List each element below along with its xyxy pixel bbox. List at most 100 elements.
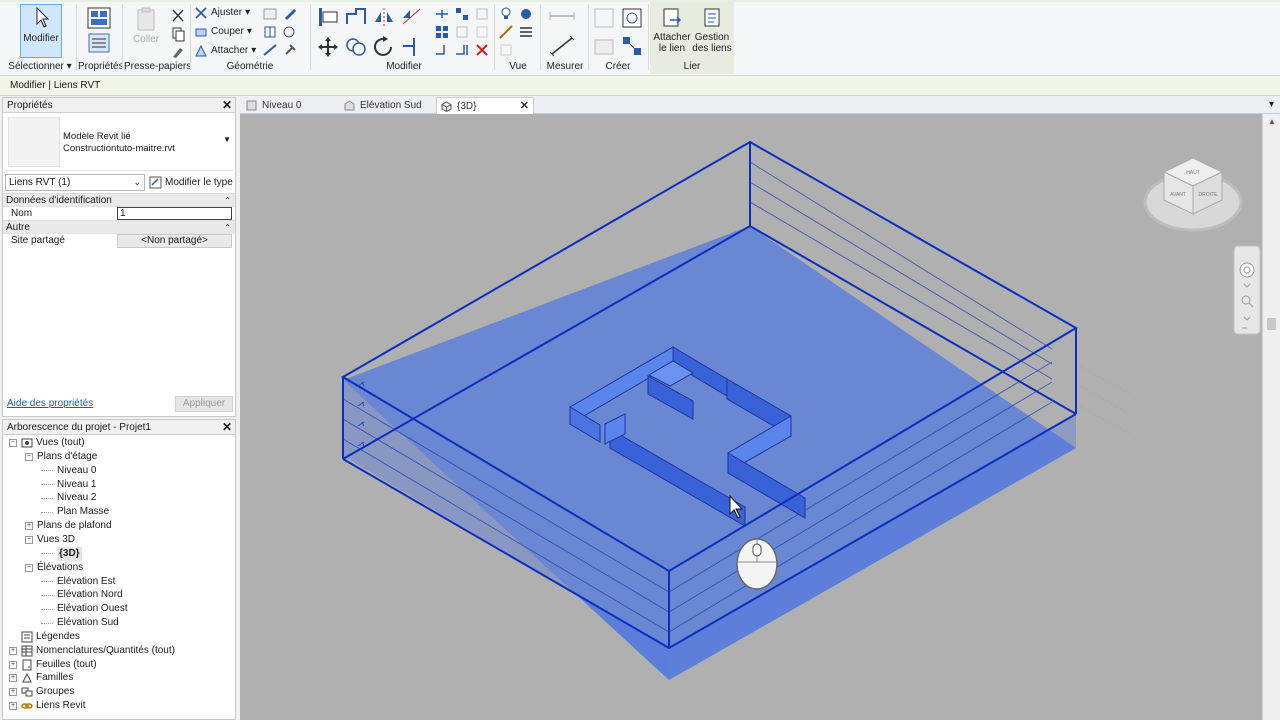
close-icon[interactable]: ✕ bbox=[222, 98, 232, 113]
3d-viewport[interactable]: HAUT AVANT DROITE bbox=[240, 114, 1262, 720]
paste-button[interactable]: Coller bbox=[130, 6, 162, 54]
close-icon[interactable]: ✕ bbox=[222, 420, 232, 435]
model-canvas[interactable]: HAUT AVANT DROITE bbox=[240, 114, 1262, 720]
properties-icon[interactable] bbox=[86, 6, 112, 56]
tree-item[interactable]: + Nomenclatures/Quantités (tout) bbox=[9, 644, 175, 658]
tree-item[interactable]: Elévation Est bbox=[41, 575, 115, 589]
trim-single-icon[interactable] bbox=[434, 42, 450, 58]
pin-icon[interactable] bbox=[454, 24, 470, 40]
edit-type-button[interactable]: Modifier le type bbox=[149, 174, 234, 191]
steering-wheel-icon[interactable] bbox=[1239, 262, 1255, 278]
hammer-icon[interactable] bbox=[282, 42, 298, 58]
expand-icon[interactable]: + bbox=[9, 646, 17, 655]
type-selector[interactable]: Modèle Revit lié Constructiontuto-maitre… bbox=[5, 115, 233, 171]
trim-extend-icon[interactable] bbox=[400, 36, 424, 58]
tree-item[interactable]: + Plans de plafond bbox=[25, 519, 112, 533]
tree-item[interactable]: {3D} bbox=[41, 546, 82, 561]
apply-button[interactable]: Appliquer bbox=[175, 396, 233, 412]
scale-icon[interactable] bbox=[474, 6, 490, 22]
array-icon[interactable] bbox=[454, 6, 470, 22]
instance-filter-dropdown[interactable]: Liens RVT (1) ⌄ bbox=[5, 174, 145, 191]
rotate-icon[interactable] bbox=[372, 36, 396, 58]
chevron-down-icon[interactable]: ▼ bbox=[223, 135, 231, 144]
viewcube[interactable]: HAUT AVANT DROITE bbox=[1143, 157, 1243, 232]
tree-item[interactable]: Elévation Nord bbox=[41, 588, 123, 602]
tab-elevation-sud[interactable]: Elévation Sud bbox=[340, 97, 436, 114]
demolish-icon[interactable] bbox=[282, 24, 298, 40]
tab-niveau-0[interactable]: Niveau 0 bbox=[242, 97, 338, 114]
override-graphics-icon[interactable] bbox=[518, 6, 534, 22]
offset-icon[interactable] bbox=[344, 6, 368, 28]
name-field[interactable]: 1 bbox=[117, 207, 232, 220]
copy-icon[interactable] bbox=[170, 26, 186, 42]
tab-3d[interactable]: {3D} ✕ bbox=[436, 97, 534, 114]
tab-menu-icon[interactable]: ▾ bbox=[1269, 99, 1274, 110]
split-element-icon[interactable] bbox=[434, 6, 450, 22]
tree-item[interactable]: + Groupes bbox=[9, 685, 74, 699]
tree-item[interactable]: − Vues 3D bbox=[25, 533, 75, 547]
tree-item[interactable]: + Feuilles (tout) bbox=[9, 658, 97, 672]
tree-item[interactable]: Niveau 1 bbox=[41, 478, 96, 492]
expand-icon[interactable]: + bbox=[9, 702, 17, 711]
cope-icon[interactable] bbox=[262, 42, 278, 58]
dimension-icon[interactable] bbox=[548, 34, 582, 58]
collapse-icon[interactable]: − bbox=[25, 452, 33, 461]
tree-item[interactable]: + Familles bbox=[9, 671, 73, 685]
tree-item[interactable]: Elévation Sud bbox=[41, 616, 119, 630]
scrollbar-thumb[interactable] bbox=[1267, 318, 1276, 330]
move-icon[interactable] bbox=[316, 36, 340, 58]
collapse-icon[interactable]: − bbox=[25, 563, 33, 572]
linework-icon[interactable] bbox=[498, 24, 514, 40]
create-group-icon[interactable] bbox=[592, 34, 616, 58]
align-icon[interactable] bbox=[316, 6, 340, 28]
mirror-axis-icon[interactable] bbox=[372, 6, 396, 28]
tree-item[interactable]: Niveau 0 bbox=[41, 464, 96, 478]
manage-links-button[interactable]: Gestion des liens bbox=[692, 6, 732, 58]
paint-icon[interactable] bbox=[282, 6, 298, 22]
close-icon[interactable]: ✕ bbox=[520, 98, 529, 115]
collapse-icon[interactable]: − bbox=[25, 535, 33, 544]
expand-icon[interactable]: + bbox=[9, 674, 17, 683]
cut-geometry-button[interactable]: Couper ▾ bbox=[194, 23, 252, 40]
hide-icon[interactable] bbox=[498, 42, 514, 58]
tree-item[interactable]: − Élévations bbox=[25, 561, 83, 575]
select-dropdown[interactable]: Sélectionner ▾ bbox=[4, 61, 76, 72]
attach-link-button[interactable]: Attacher le lien bbox=[652, 6, 692, 58]
cut-icon[interactable] bbox=[170, 8, 186, 24]
copy-element-icon[interactable] bbox=[344, 36, 368, 58]
tree-item[interactable]: Légendes bbox=[9, 630, 80, 644]
split-face-icon[interactable] bbox=[262, 24, 278, 40]
lightbulb-icon[interactable] bbox=[498, 6, 514, 22]
line-weights-icon[interactable] bbox=[518, 24, 534, 40]
create-assembly-icon[interactable] bbox=[592, 6, 616, 30]
adjust-button[interactable]: Ajuster ▾ bbox=[194, 4, 250, 21]
unpin-icon[interactable] bbox=[434, 24, 450, 40]
expand-icon[interactable]: + bbox=[9, 660, 17, 669]
tree-item[interactable]: Niveau 2 bbox=[41, 491, 96, 505]
section-header-other[interactable]: Autre ⌃ bbox=[3, 220, 235, 233]
expand-icon[interactable]: + bbox=[25, 522, 33, 531]
tree-item[interactable]: − Plans d'étage bbox=[25, 450, 97, 464]
mirror-draw-icon[interactable] bbox=[400, 6, 424, 28]
collapse-icon[interactable]: − bbox=[9, 439, 17, 447]
vertical-scrollbar[interactable]: ▲ bbox=[1262, 114, 1280, 720]
modify-button[interactable]: Modifier bbox=[20, 4, 62, 58]
join-button[interactable]: Attacher ▾ bbox=[194, 42, 256, 59]
properties-help-link[interactable]: Aide des propriétés bbox=[7, 398, 93, 409]
scale-disabled-icon[interactable] bbox=[474, 24, 490, 40]
create-similar-icon[interactable] bbox=[620, 34, 644, 58]
wall-joins-icon[interactable] bbox=[262, 6, 278, 22]
match-properties-icon[interactable] bbox=[170, 44, 186, 60]
trim-multiple-icon[interactable] bbox=[454, 42, 470, 58]
delete-icon[interactable] bbox=[474, 42, 490, 58]
scroll-up-icon[interactable]: ▲ bbox=[1268, 117, 1276, 126]
create-parts-icon[interactable] bbox=[620, 6, 644, 30]
section-header-identity[interactable]: Données d'identification ⌃ bbox=[3, 193, 235, 206]
tree-item[interactable]: − Vues (tout) bbox=[9, 436, 85, 450]
tree-item[interactable]: + Liens Revit bbox=[9, 699, 85, 713]
tree-item[interactable]: Plan Masse bbox=[41, 505, 109, 519]
tree-item[interactable]: Elévation Ouest bbox=[41, 602, 128, 616]
expand-icon[interactable]: + bbox=[9, 688, 17, 697]
measure-icon[interactable] bbox=[548, 6, 582, 28]
shared-site-button[interactable]: <Non partagé> bbox=[117, 234, 232, 248]
